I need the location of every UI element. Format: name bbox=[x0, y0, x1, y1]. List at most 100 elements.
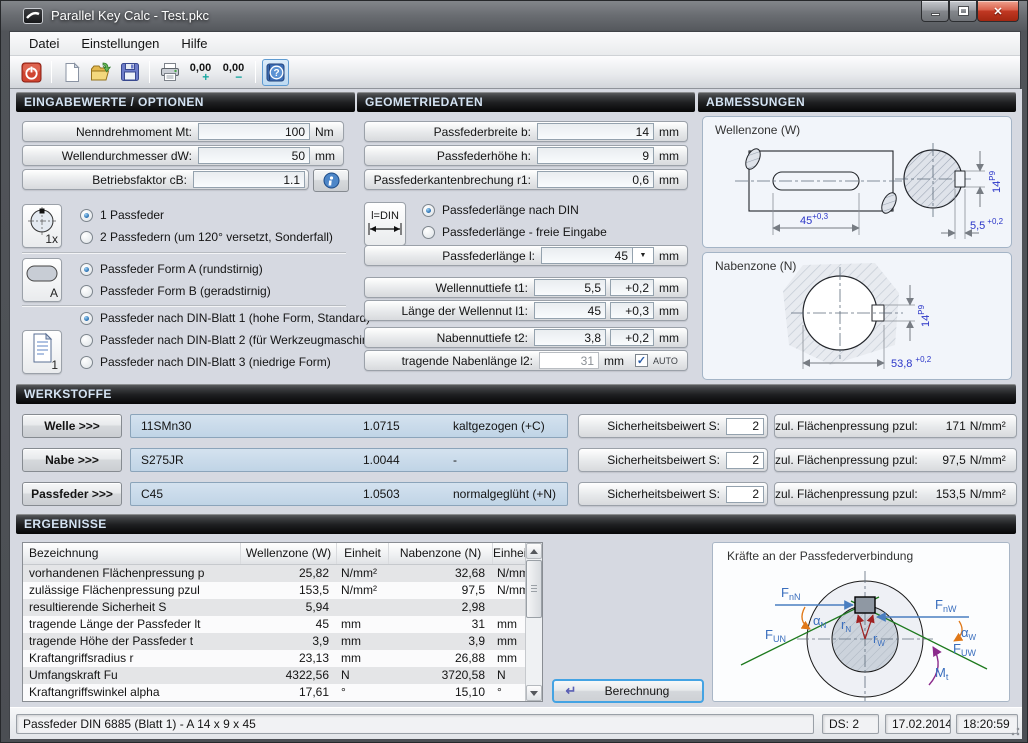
material-name: 11SMn30 bbox=[141, 419, 191, 433]
svg-text:5,5+0,2: 5,5+0,2 bbox=[970, 217, 1004, 232]
plus-icon: + bbox=[202, 73, 211, 81]
table-row: tragende Höhe der Passfeder t3,9mm3,9mm bbox=[23, 633, 542, 650]
key-height-input[interactable]: 9 bbox=[537, 147, 654, 164]
close-button[interactable]: ✕ bbox=[977, 1, 1019, 22]
scrollbar-thumb[interactable] bbox=[526, 560, 542, 618]
app-window: Parallel Key Calc - Test.pkc ✕ Datei Ein… bbox=[0, 0, 1028, 743]
resize-grip[interactable] bbox=[1008, 724, 1020, 736]
hub-length-input[interactable]: 31 bbox=[539, 352, 599, 369]
calculate-button[interactable]: ↵ Berechnung bbox=[552, 679, 704, 703]
maximize-button[interactable] bbox=[949, 1, 977, 22]
key-width-input[interactable]: 14 bbox=[537, 123, 654, 140]
table-row: Umfangskraft Fu4322,56N3720,58N bbox=[23, 667, 542, 684]
radio-icon[interactable] bbox=[80, 231, 93, 244]
new-file-button[interactable] bbox=[58, 59, 85, 86]
svg-text:14P9: 14P9 bbox=[917, 304, 932, 327]
service-factor-input[interactable]: 1.1 bbox=[193, 171, 305, 188]
pressure-unit: N/mm² bbox=[970, 487, 1013, 501]
print-button[interactable] bbox=[156, 59, 183, 86]
option-label: Passfeder nach DIN-Blatt 3 (niedrige For… bbox=[100, 355, 331, 369]
hub-material-button[interactable]: Nabe >>> bbox=[22, 448, 122, 472]
radio-icon[interactable] bbox=[422, 204, 435, 217]
title-bar[interactable]: Parallel Key Calc - Test.pkc ✕ bbox=[1, 1, 1027, 31]
radio-icon[interactable] bbox=[80, 312, 93, 325]
window-title: Parallel Key Calc - Test.pkc bbox=[51, 8, 209, 23]
forces-diagram: FnN FnW FUN FUW αN αW rN rW Mt bbox=[713, 543, 1009, 701]
material-name: S275JR bbox=[141, 453, 184, 467]
hub-groove-depth-input[interactable]: 3,8 bbox=[534, 329, 606, 346]
hub-safety-row: Sicherheitsbeiwert S: 2 bbox=[578, 448, 768, 472]
radio-icon[interactable] bbox=[80, 209, 93, 222]
key-chamfer-input[interactable]: 0,6 bbox=[537, 171, 654, 188]
key-safety-row: Sicherheitsbeiwert S: 2 bbox=[578, 482, 768, 506]
din-sheet-iconbox: 1 bbox=[22, 330, 62, 374]
shaft-pressure-row: zul. Flächenpressung pzul: 171 N/mm² bbox=[774, 414, 1017, 438]
info-button[interactable] bbox=[313, 169, 349, 192]
option-din-blatt-2[interactable]: Passfeder nach DIN-Blatt 2 (für Werkzeug… bbox=[80, 332, 386, 348]
svg-text:Mt: Mt bbox=[935, 665, 949, 682]
menu-datei[interactable]: Datei bbox=[18, 33, 70, 54]
option-din-blatt-3[interactable]: Passfeder nach DIN-Blatt 3 (niedrige For… bbox=[80, 354, 331, 370]
option-one-key[interactable]: 1 Passfeder bbox=[80, 207, 164, 223]
key-length-input[interactable]: 45 bbox=[541, 247, 633, 264]
option-length-din[interactable]: Passfederlänge nach DIN bbox=[422, 202, 579, 218]
geometry-section-header: GEOMETRIEDATEN bbox=[357, 92, 695, 112]
option-din-blatt-1[interactable]: Passfeder nach DIN-Blatt 1 (hohe Form, S… bbox=[80, 310, 370, 326]
shaft-safety-input[interactable]: 2 bbox=[726, 418, 764, 435]
svg-text:FnN: FnN bbox=[781, 585, 800, 602]
exit-button[interactable] bbox=[18, 59, 45, 86]
material-treatment: - bbox=[453, 453, 457, 467]
shaft-diameter-input[interactable]: 50 bbox=[198, 147, 310, 164]
option-two-keys[interactable]: 2 Passfedern (um 120° versetzt, Sonderfa… bbox=[80, 229, 333, 245]
radio-icon[interactable] bbox=[80, 356, 93, 369]
torque-row: Nenndrehmoment Mt: 100 Nm bbox=[22, 121, 344, 142]
radio-icon[interactable] bbox=[80, 285, 93, 298]
status-bar: Passfeder DIN 6885 (Blatt 1) - A 14 x 9 … bbox=[10, 707, 1022, 739]
key-material-button[interactable]: Passfeder >>> bbox=[22, 482, 122, 506]
radio-icon[interactable] bbox=[80, 263, 93, 276]
key-length-dropdown[interactable]: ▼ bbox=[633, 247, 654, 264]
radio-icon[interactable] bbox=[422, 226, 435, 239]
key-height-row: Passfederhöhe h: 9 mm bbox=[364, 145, 688, 166]
auto-checkbox[interactable]: ✓ bbox=[635, 354, 648, 367]
radio-icon[interactable] bbox=[80, 334, 93, 347]
option-length-free[interactable]: Passfederlänge - freie Eingabe bbox=[422, 224, 607, 240]
help-icon: ? bbox=[265, 62, 286, 83]
svg-text:αW: αW bbox=[961, 625, 977, 642]
menu-einstellungen[interactable]: Einstellungen bbox=[70, 33, 170, 54]
decrease-decimals-button[interactable]: 0,00 − bbox=[218, 59, 249, 86]
open-file-button[interactable] bbox=[87, 59, 114, 86]
status-text: Passfeder DIN 6885 (Blatt 1) - A 14 x 9 … bbox=[16, 714, 814, 734]
menu-hilfe[interactable]: Hilfe bbox=[170, 33, 218, 54]
safety-label: Sicherheitsbeiwert S: bbox=[579, 487, 726, 501]
menu-bar: Datei Einstellungen Hilfe bbox=[10, 32, 1020, 56]
print-icon bbox=[159, 62, 181, 82]
key-material-bar: C45 1.0503 normalgeglüht (+N) bbox=[130, 482, 568, 506]
help-button[interactable]: ? bbox=[262, 59, 289, 86]
shaft-groove-length-label: Länge der Wellennut l1: bbox=[365, 304, 534, 318]
service-factor-label: Betriebsfaktor cB: bbox=[23, 173, 193, 187]
save-button[interactable] bbox=[116, 59, 143, 86]
torque-input[interactable]: 100 bbox=[198, 123, 310, 140]
option-form-a[interactable]: Passfeder Form A (rundstirnig) bbox=[80, 261, 263, 277]
shaft-groove-depth-input[interactable]: 5,5 bbox=[534, 279, 606, 296]
svg-text:FUW: FUW bbox=[953, 641, 976, 658]
key-length-iconbox: l=DIN bbox=[364, 202, 406, 246]
scroll-up-button[interactable] bbox=[526, 543, 542, 559]
length-arrow-icon bbox=[365, 222, 405, 236]
shaft-groove-length-input[interactable]: 45 bbox=[534, 302, 606, 319]
results-scrollbar[interactable] bbox=[525, 543, 542, 701]
table-row: resultierende Sicherheit S5,942,98 bbox=[23, 599, 542, 616]
key-width-row: Passfederbreite b: 14 mm bbox=[364, 121, 688, 142]
key-length-row: Passfederlänge l: 45 ▼ mm bbox=[364, 245, 688, 266]
minimize-button[interactable] bbox=[921, 1, 949, 22]
shaft-material-button[interactable]: Welle >>> bbox=[22, 414, 122, 438]
scroll-down-button[interactable] bbox=[526, 685, 542, 701]
option-form-b[interactable]: Passfeder Form B (geradstirnig) bbox=[80, 283, 271, 299]
pressure-label: zul. Flächenpressung pzul: bbox=[775, 453, 924, 467]
increase-decimals-button[interactable]: 0,00 + bbox=[185, 59, 216, 86]
pressure-label: zul. Flächenpressung pzul: bbox=[775, 419, 924, 433]
toolbar-separator bbox=[149, 61, 150, 83]
hub-safety-input[interactable]: 2 bbox=[726, 452, 764, 469]
key-safety-input[interactable]: 2 bbox=[726, 486, 764, 503]
